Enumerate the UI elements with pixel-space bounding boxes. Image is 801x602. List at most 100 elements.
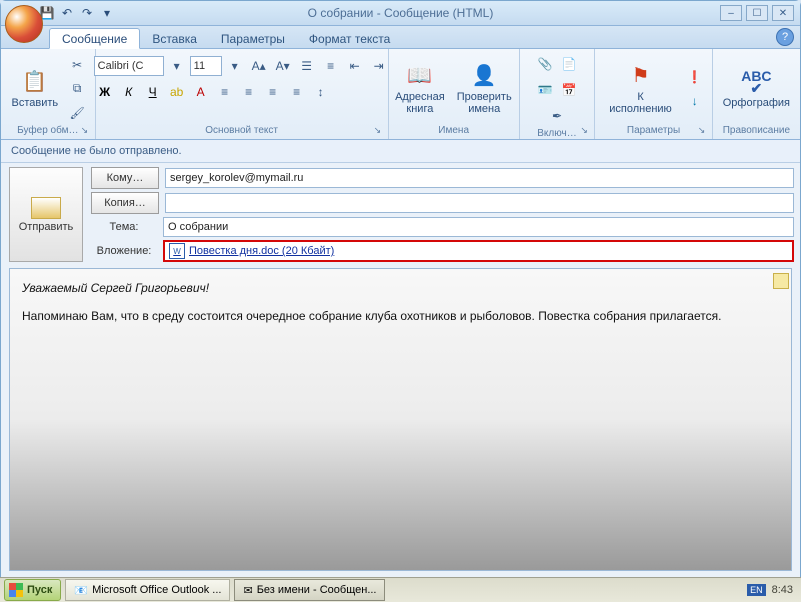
language-indicator[interactable]: EN: [747, 584, 766, 596]
calendar-icon[interactable]: 📅: [558, 79, 580, 101]
flag-icon: ⚑: [627, 63, 655, 89]
italic-icon[interactable]: К: [118, 81, 140, 103]
group-include-label: Включ…: [537, 127, 576, 140]
include-launcher-icon[interactable]: ↘: [580, 125, 592, 137]
undo-icon[interactable]: ↶: [59, 5, 75, 21]
shrink-font-icon[interactable]: A▾: [272, 55, 294, 77]
attachment-field[interactable]: W Повестка дня.doc (20 Кбайт): [163, 240, 794, 262]
title-bar: 💾 ↶ ↷ ▾ О собрании - Сообщение (HTML) – …: [1, 1, 800, 26]
cc-button[interactable]: Копия…: [91, 192, 159, 214]
abc-check-icon: ABC✔: [742, 69, 770, 95]
business-card-icon[interactable]: 🪪: [534, 79, 556, 101]
group-clipboard-label: Буфер обм…: [17, 124, 78, 137]
taskbar-item-outlook[interactable]: 📧 Microsoft Office Outlook ...: [65, 579, 230, 601]
cut-icon[interactable]: ✂: [66, 54, 88, 76]
align-left-icon[interactable]: ≡: [214, 81, 236, 103]
address-book-button[interactable]: 📖 Адресная книга: [391, 61, 448, 117]
font-launcher-icon[interactable]: ↘: [374, 125, 386, 137]
check-names-button[interactable]: 👤 Проверить имена: [452, 61, 516, 117]
cc-input[interactable]: [165, 193, 794, 213]
to-input[interactable]: [165, 168, 794, 188]
group-spelling-label: Правописание: [723, 124, 790, 137]
bold-icon[interactable]: Ж: [94, 81, 116, 103]
clipboard-launcher-icon[interactable]: ↘: [81, 125, 93, 137]
format-painter-icon[interactable]: 🖌: [66, 102, 88, 124]
clipboard-icon: 📋: [21, 69, 49, 95]
group-spelling: ABC✔ Орфография Правописание: [713, 49, 800, 139]
send-label: Отправить: [19, 221, 74, 233]
font-name-dropdown-icon[interactable]: ▾: [166, 55, 188, 77]
tab-message[interactable]: Сообщение: [49, 28, 140, 49]
to-button[interactable]: Кому…: [91, 167, 159, 189]
envelope-icon: [31, 197, 61, 219]
highlight-icon[interactable]: ab: [166, 81, 188, 103]
windows-logo-icon: [9, 583, 23, 597]
group-clipboard: 📋 Вставить ✂ ⧉ 🖌 Буфер обм… ↘: [1, 49, 96, 139]
high-importance-icon[interactable]: ❗: [684, 66, 706, 88]
tab-format-text[interactable]: Формат текста: [297, 29, 402, 48]
message-body[interactable]: Уважаемый Сергей Григорьевич! Напоминаю …: [9, 268, 792, 571]
redo-icon[interactable]: ↷: [79, 5, 95, 21]
attachment-name: Повестка дня.doc (20 Кбайт): [189, 245, 334, 257]
low-importance-icon[interactable]: ↓: [684, 90, 706, 112]
start-button[interactable]: Пуск: [4, 579, 61, 601]
minimize-button[interactable]: –: [720, 5, 742, 21]
copy-icon[interactable]: ⧉: [66, 78, 88, 100]
followup-button[interactable]: ⚑ К исполнению: [601, 61, 679, 117]
status-message: Сообщение не было отправлено.: [1, 140, 800, 163]
tab-options[interactable]: Параметры: [209, 29, 297, 48]
spelling-label: Орфография: [723, 97, 790, 109]
clock: 8:43: [772, 584, 793, 596]
compose-area: Отправить Кому… Копия… Тема: Вложение:: [1, 163, 800, 579]
office-button[interactable]: [5, 5, 43, 43]
spelling-button[interactable]: ABC✔ Орфография: [719, 67, 794, 111]
group-include: 📎 📄 🪪 📅 ✒ Включ… ↘: [520, 49, 596, 139]
group-font: Calibri (С ▾ 11 ▾ A▴ A▾ ☰ ≡ ⇤ ⇥ Ж К Ч ab…: [96, 49, 389, 139]
maximize-button[interactable]: ☐: [746, 5, 768, 21]
attach-file-icon[interactable]: 📎: [534, 53, 556, 75]
font-size-dropdown-icon[interactable]: ▾: [224, 55, 246, 77]
qat-dropdown-icon[interactable]: ▾: [99, 5, 115, 21]
justify-icon[interactable]: ≡: [286, 81, 308, 103]
taskbar-item-compose-label: Без имени - Сообщен...: [257, 584, 377, 596]
taskbar-item-compose[interactable]: ✉ Без имени - Сообщен...: [234, 579, 385, 601]
send-button[interactable]: Отправить: [9, 167, 83, 262]
attach-item-icon[interactable]: 📄: [558, 53, 580, 75]
followup-label: К исполнению: [605, 91, 675, 115]
body-paragraph: Напоминаю Вам, что в среду состоится оче…: [22, 309, 779, 323]
taskbar: Пуск 📧 Microsoft Office Outlook ... ✉ Бе…: [0, 577, 801, 602]
ribbon-tabs: Сообщение Вставка Параметры Формат текст…: [1, 26, 800, 49]
help-icon[interactable]: ?: [776, 28, 794, 46]
group-followup-label: Параметры: [627, 124, 680, 137]
font-color-icon[interactable]: A: [190, 81, 212, 103]
font-size-combo[interactable]: 11: [190, 56, 222, 76]
grow-font-icon[interactable]: A▴: [248, 55, 270, 77]
paste-label: Вставить: [12, 97, 59, 109]
line-spacing-icon[interactable]: ↕: [310, 81, 332, 103]
font-name-combo[interactable]: Calibri (С: [94, 56, 164, 76]
body-greeting: Уважаемый Сергей Григорьевич!: [22, 281, 779, 295]
indent-icon[interactable]: ⇥: [368, 55, 390, 77]
close-button[interactable]: ✕: [772, 5, 794, 21]
underline-icon[interactable]: Ч: [142, 81, 164, 103]
outdent-icon[interactable]: ⇤: [344, 55, 366, 77]
paste-button[interactable]: 📋 Вставить: [8, 67, 63, 111]
start-label: Пуск: [27, 584, 52, 596]
outlook-icon: 📧: [74, 584, 88, 597]
compose-header: Отправить Кому… Копия… Тема: Вложение:: [1, 163, 800, 266]
bullets-icon[interactable]: ☰: [296, 55, 318, 77]
tab-insert[interactable]: Вставка: [140, 29, 209, 48]
group-names-label: Имена: [438, 124, 469, 137]
group-names: 📖 Адресная книга 👤 Проверить имена Имена: [389, 49, 520, 139]
signature-icon[interactable]: ✒: [546, 105, 568, 127]
ruler-marker-icon: [773, 273, 789, 289]
check-names-label: Проверить имена: [456, 91, 512, 115]
subject-input[interactable]: [163, 217, 794, 237]
numbering-icon[interactable]: ≡: [320, 55, 342, 77]
address-book-icon: 📖: [406, 63, 434, 89]
align-right-icon[interactable]: ≡: [262, 81, 284, 103]
attachment-label: Вложение:: [91, 245, 157, 257]
group-font-label: Основной текст: [205, 124, 278, 137]
align-center-icon[interactable]: ≡: [238, 81, 260, 103]
options-launcher-icon[interactable]: ↘: [698, 125, 710, 137]
